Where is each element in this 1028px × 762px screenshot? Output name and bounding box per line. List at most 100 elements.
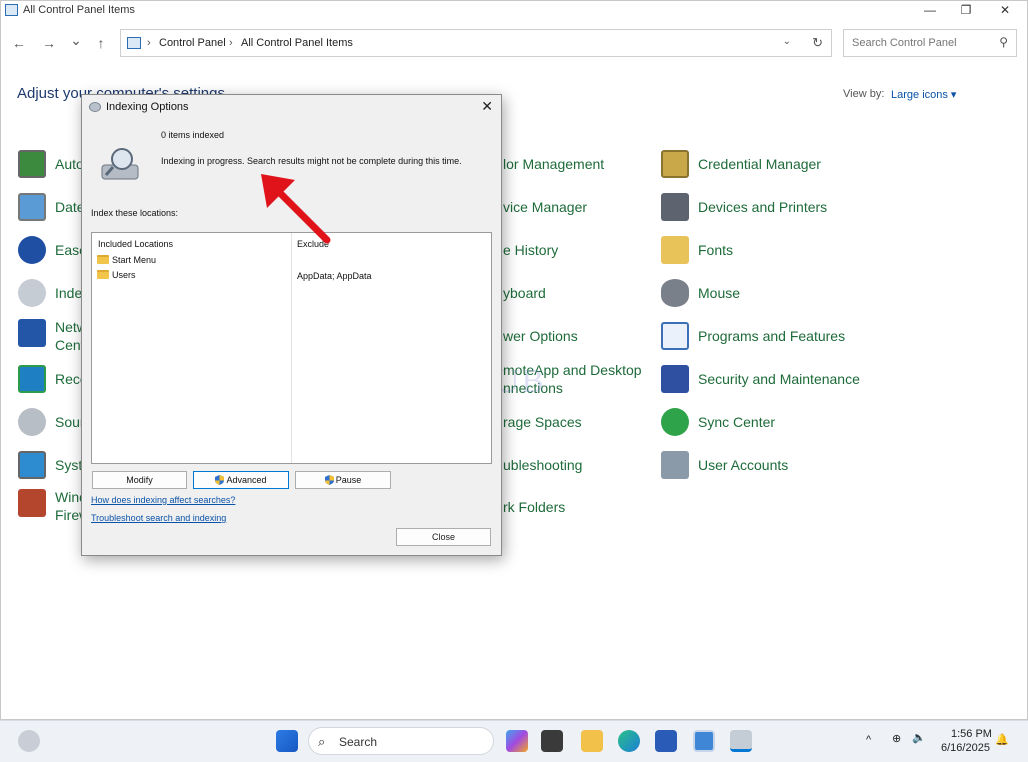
- list-item[interactable]: Users: [97, 270, 136, 280]
- modify-button[interactable]: Modify: [92, 471, 187, 489]
- start-icon[interactable]: [276, 730, 298, 752]
- item-ease-of-access[interactable]: Ease: [18, 236, 88, 270]
- item-network-sharing[interactable]: Netw Cent: [18, 319, 88, 359]
- item-mouse[interactable]: Mouse: [661, 279, 861, 313]
- item-indexing-options[interactable]: Inde: [18, 279, 88, 313]
- recent-locations-icon[interactable]: ⌄: [67, 32, 85, 49]
- navigation-bar: ← → ⌄ ↑ › Control Panel › All Control Pa…: [1, 29, 1027, 59]
- edge-icon[interactable]: [618, 730, 640, 752]
- taskbar-search-label: Search: [339, 735, 378, 749]
- terminal-icon[interactable]: [541, 730, 563, 752]
- copilot-icon[interactable]: [506, 730, 528, 752]
- search-icon: ⌕: [318, 734, 326, 749]
- item-security-maintenance[interactable]: Security and Maintenance: [661, 365, 871, 399]
- item-system[interactable]: Syste: [18, 451, 90, 485]
- minimize-button[interactable]: —: [912, 1, 948, 21]
- back-arrow-icon[interactable]: ←: [10, 35, 28, 51]
- clock-date[interactable]: 6/16/2025: [941, 742, 990, 754]
- search-icon[interactable]: ⚲: [999, 35, 1008, 49]
- item-date-time[interactable]: Date: [18, 193, 88, 227]
- monitor-icon: [18, 451, 46, 479]
- taskbar: ⌕ Search ^ ⊕ 🔈 1:56 PM 6/16/2025 🔔: [0, 720, 1028, 762]
- breadcrumb-all-items[interactable]: All Control Panel Items: [241, 37, 353, 49]
- annotation-arrow: [261, 174, 331, 244]
- volume-icon[interactable]: 🔈: [912, 731, 926, 744]
- column-header-included[interactable]: Included Locations: [98, 239, 173, 249]
- control-panel-icon: [5, 4, 18, 16]
- title-bar: All Control Panel Items — ❐ ✕: [1, 1, 1027, 21]
- speaker-icon: [18, 408, 46, 436]
- item-sound[interactable]: Sour: [18, 408, 88, 442]
- control-panel-icon[interactable]: [693, 730, 715, 752]
- search-input[interactable]: [850, 36, 990, 50]
- network-icon: [18, 319, 46, 347]
- locations-list[interactable]: Included Locations Exclude Start Menu Us…: [91, 232, 492, 464]
- chevron-down-icon[interactable]: ⌄: [783, 36, 791, 47]
- store-icon[interactable]: [655, 730, 677, 752]
- item-programs-features[interactable]: Programs and Features: [661, 322, 861, 356]
- indexing-help-link[interactable]: How does indexing affect searches?: [91, 495, 235, 505]
- view-by-dropdown[interactable]: Large icons ▾: [891, 88, 956, 101]
- refresh-icon[interactable]: ↻: [812, 35, 823, 51]
- exclude-value: AppData; AppData: [297, 271, 372, 281]
- firewall-icon: [18, 489, 46, 517]
- view-by-label: View by:: [843, 88, 885, 100]
- up-arrow-icon[interactable]: ↑: [92, 35, 110, 51]
- window-title: All Control Panel Items: [23, 4, 135, 16]
- breadcrumb-separator: ›: [229, 37, 233, 49]
- list-item[interactable]: Start Menu: [97, 255, 156, 265]
- control-panel-icon: [127, 37, 141, 49]
- indexing-options-taskbar-icon[interactable]: [730, 730, 752, 752]
- notification-bell-icon[interactable]: 🔔: [995, 733, 1009, 746]
- chevron-up-icon[interactable]: ^: [866, 734, 871, 746]
- forward-arrow-icon[interactable]: →: [40, 35, 58, 51]
- search-box[interactable]: ⚲: [843, 29, 1017, 57]
- indexing-icon: [89, 102, 101, 112]
- pause-button[interactable]: Pause: [295, 471, 391, 489]
- taskbar-search[interactable]: ⌕ Search: [308, 727, 494, 755]
- indexing-status: Indexing in progress. Search results mig…: [161, 156, 462, 166]
- advanced-button[interactable]: Advanced: [193, 471, 289, 489]
- breadcrumb-control-panel[interactable]: Control Panel: [159, 37, 226, 49]
- item-autoplay[interactable]: Auto: [18, 150, 88, 184]
- item-recovery[interactable]: Reco: [18, 365, 88, 399]
- item-fonts[interactable]: Fonts: [661, 236, 861, 270]
- autoplay-icon: [18, 150, 46, 178]
- flag-icon: [661, 365, 689, 393]
- network-icon[interactable]: ⊕: [892, 732, 901, 745]
- weather-icon[interactable]: [18, 730, 40, 752]
- ease-of-access-icon: [18, 236, 46, 264]
- troubleshoot-link[interactable]: Troubleshoot search and indexing: [91, 513, 226, 523]
- sync-icon: [661, 408, 689, 436]
- breadcrumb-separator: ›: [147, 37, 151, 49]
- users-icon: [661, 451, 689, 479]
- printer-icon: [661, 193, 689, 221]
- mouse-icon: [661, 279, 689, 307]
- item-devices-printers[interactable]: Devices and Printers: [661, 193, 861, 227]
- item-sync-center[interactable]: Sync Center: [661, 408, 861, 442]
- file-explorer-icon[interactable]: [581, 730, 603, 752]
- close-icon[interactable]: ✕: [481, 98, 493, 115]
- index-locations-label: Index these locations:: [91, 208, 179, 218]
- clock-time[interactable]: 1:56 PM: [951, 728, 992, 740]
- recovery-icon: [18, 365, 46, 393]
- column-divider: [291, 233, 292, 463]
- fonts-folder-icon: [661, 236, 689, 264]
- indexing-options-dialog: Indexing Options ✕ 0 items indexed Index…: [81, 94, 502, 556]
- magnifier-drive-icon: [101, 148, 139, 180]
- uac-shield-icon: [324, 475, 334, 485]
- item-credential-manager[interactable]: Credential Manager: [661, 150, 861, 184]
- folder-icon: [97, 270, 109, 279]
- address-bar[interactable]: › Control Panel › All Control Panel Item…: [120, 29, 832, 57]
- item-windows-firewall[interactable]: Wind Firew: [18, 489, 89, 529]
- item-user-accounts[interactable]: User Accounts: [661, 451, 861, 485]
- programs-icon: [661, 322, 689, 350]
- uac-shield-icon: [215, 475, 225, 485]
- vault-icon: [661, 150, 689, 178]
- maximize-button[interactable]: ❐: [948, 1, 984, 21]
- dialog-title: Indexing Options: [106, 101, 189, 113]
- calendar-icon: [18, 193, 46, 221]
- folder-icon: [97, 255, 109, 264]
- close-window-button[interactable]: ✕: [987, 1, 1023, 21]
- close-button[interactable]: Close: [396, 528, 491, 546]
